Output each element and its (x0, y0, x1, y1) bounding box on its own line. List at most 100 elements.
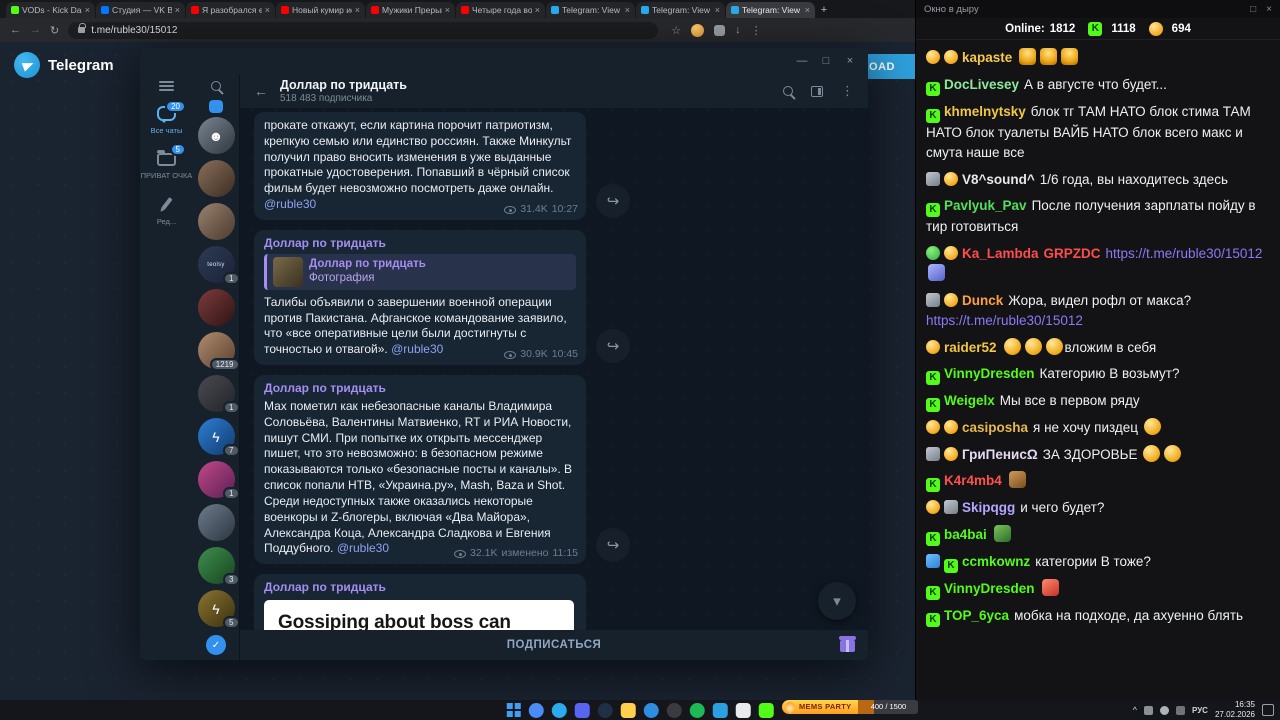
vscode-taskbar-icon[interactable] (712, 702, 728, 718)
reply-quote[interactable]: Доллар по тридцать Фотография (264, 253, 576, 290)
chat-username[interactable]: Dunck (962, 293, 1003, 308)
article-card[interactable]: Gossiping about boss can actually be goo… (264, 600, 574, 630)
sidebar-toggle-icon[interactable] (811, 85, 823, 97)
saved-folder-chip[interactable] (209, 99, 223, 114)
chat-username[interactable]: VinnyDresden (944, 366, 1035, 381)
chat-username[interactable]: K4r4mb4 (944, 473, 1002, 488)
back-arrow-icon[interactable]: ← (254, 83, 268, 99)
clock[interactable]: 16:35 27.02.2026 (1215, 700, 1255, 720)
steam-taskbar-icon[interactable] (597, 702, 613, 718)
chat-username[interactable]: TOP_6yca (944, 608, 1009, 623)
spotify-taskbar-icon[interactable] (689, 702, 705, 718)
channel-mention-link[interactable]: @ruble30 (337, 541, 389, 555)
browser-tab[interactable]: Telegram: View @× (546, 2, 635, 18)
search-icon[interactable] (783, 86, 793, 96)
notepad-taskbar-icon[interactable] (735, 702, 751, 718)
language-indicator[interactable]: РУС (1192, 706, 1208, 715)
extensions-icon[interactable] (714, 24, 726, 36)
edge-taskbar-icon[interactable] (643, 702, 659, 718)
notification-center-icon[interactable] (1262, 704, 1274, 716)
chat-list-item[interactable] (197, 160, 235, 198)
bookmark-star-icon[interactable]: ☆ (671, 24, 681, 37)
window-maximize-button[interactable]: □ (814, 51, 838, 71)
folder-item[interactable]: Ред... (140, 187, 193, 232)
network-icon[interactable] (1143, 705, 1153, 715)
chat-list-item[interactable] (197, 504, 235, 542)
chat-link[interactable]: https://t.me/ruble30/15012 (1106, 246, 1263, 261)
new-tab-button[interactable]: + (816, 2, 832, 18)
channel-name[interactable]: Доллар по тридцать (264, 236, 576, 252)
browser-tab[interactable]: Студия — VK Вид× (96, 2, 185, 18)
chat-username[interactable]: khmelnytsky (944, 104, 1026, 119)
tab-close-icon[interactable]: × (445, 5, 450, 15)
browser-menu-icon[interactable]: ⋮ (751, 24, 762, 37)
chat-list-item[interactable]: ☻ (197, 117, 235, 155)
tab-close-icon[interactable]: × (85, 5, 90, 15)
chat-username[interactable]: Pavlyuk_Pav (944, 198, 1027, 213)
explorer-taskbar-icon[interactable] (620, 702, 636, 718)
tab-close-icon[interactable]: × (265, 5, 270, 15)
share-button[interactable]: ↪ (596, 329, 630, 364)
browser-tab[interactable]: Новый кумир исп× (276, 2, 365, 18)
tab-close-icon[interactable]: × (625, 5, 630, 15)
folder-item[interactable]: 5 ПРИВАТ ОЧКА (140, 141, 193, 186)
chat-list-item[interactable] (197, 289, 235, 327)
chat-list-item[interactable]: 3 (197, 547, 239, 587)
battery-icon[interactable] (1175, 705, 1185, 715)
chat-link[interactable]: https://t.me/ruble30/15012 (926, 313, 1083, 328)
chat-list-item[interactable]: 1 (197, 461, 239, 501)
channel-mention-link[interactable]: @ruble30 (264, 197, 316, 211)
chat-username[interactable]: Weigelx (944, 393, 995, 408)
channel-mention-link[interactable]: @ruble30 (391, 342, 443, 356)
close-icon[interactable]: × (1266, 4, 1272, 15)
popout-icon[interactable]: □ (1250, 4, 1256, 15)
download-icon[interactable]: ↓ (735, 24, 741, 36)
main-menu-button[interactable] (140, 74, 193, 98)
chat-list-item[interactable]: ϟ5 (197, 590, 239, 630)
tray-expand-icon[interactable]: ^ (1133, 705, 1137, 715)
stream-chat-header[interactable]: Окно в дыру □ × (916, 0, 1280, 18)
verified-check-icon[interactable]: ✓ (206, 635, 226, 656)
chat-username[interactable]: raider52 (944, 340, 997, 355)
gift-icon[interactable] (839, 636, 856, 652)
share-button[interactable]: ↪ (596, 183, 630, 218)
back-icon[interactable]: ← (10, 24, 21, 36)
chat-list-item[interactable] (197, 203, 235, 241)
start-button[interactable] (506, 703, 521, 717)
window-close-button[interactable]: × (838, 51, 862, 71)
chat-username[interactable]: ГриПенисΩ (962, 447, 1038, 462)
chat-username[interactable]: ba4bai (944, 527, 987, 542)
browser-tab[interactable]: VODs - Kick Dash× (6, 2, 95, 18)
browser-tab[interactable]: Я разобрался евр× (186, 2, 275, 18)
chat-username[interactable]: casiposha (962, 420, 1028, 435)
share-button[interactable]: ↪ (596, 528, 630, 563)
chat-username[interactable]: VinnyDresden (944, 581, 1035, 596)
obs-taskbar-icon[interactable] (666, 702, 682, 718)
telegram-taskbar-icon[interactable] (551, 702, 567, 718)
chat-username[interactable]: DocLivesey (944, 77, 1019, 92)
tab-close-icon[interactable]: × (175, 5, 180, 15)
browser-tab[interactable]: Telegram: View @× (726, 2, 815, 18)
chat-search-button[interactable] (211, 74, 221, 98)
folder-item[interactable]: 20 Все чаты (140, 98, 193, 141)
chat-username[interactable]: Ka_Lambda (962, 246, 1039, 261)
browser-tab[interactable]: Четыре года вой × (456, 2, 545, 18)
profile-avatar[interactable] (691, 23, 705, 37)
subscribe-button[interactable]: ПОДПИСАТЬСЯ (507, 639, 602, 651)
window-minimize-button[interactable]: — (790, 51, 814, 71)
reload-icon[interactable]: ↻ (50, 24, 59, 37)
chat-username[interactable]: Skipqgg (962, 500, 1015, 515)
discord-taskbar-icon[interactable] (574, 702, 590, 718)
channel-name[interactable]: Доллар по тридцать (264, 381, 576, 397)
scroll-to-bottom-button[interactable]: ▾ (818, 582, 856, 620)
forward-icon[interactable]: → (30, 24, 41, 36)
tab-close-icon[interactable]: × (805, 5, 810, 15)
channel-name[interactable]: Доллар по тридцать (264, 580, 576, 596)
chat-username[interactable]: kapaste (962, 50, 1012, 65)
chat-list-item[interactable]: ϟ7 (197, 418, 239, 458)
browser-tab[interactable]: Мужики Прерыва× (366, 2, 455, 18)
tab-close-icon[interactable]: × (535, 5, 540, 15)
chrome-taskbar-icon[interactable] (528, 702, 544, 718)
channel-header-titles[interactable]: Доллар по тридцать 518 483 подписчика (280, 78, 407, 103)
chat-username[interactable]: V8^sound^ (962, 172, 1035, 187)
